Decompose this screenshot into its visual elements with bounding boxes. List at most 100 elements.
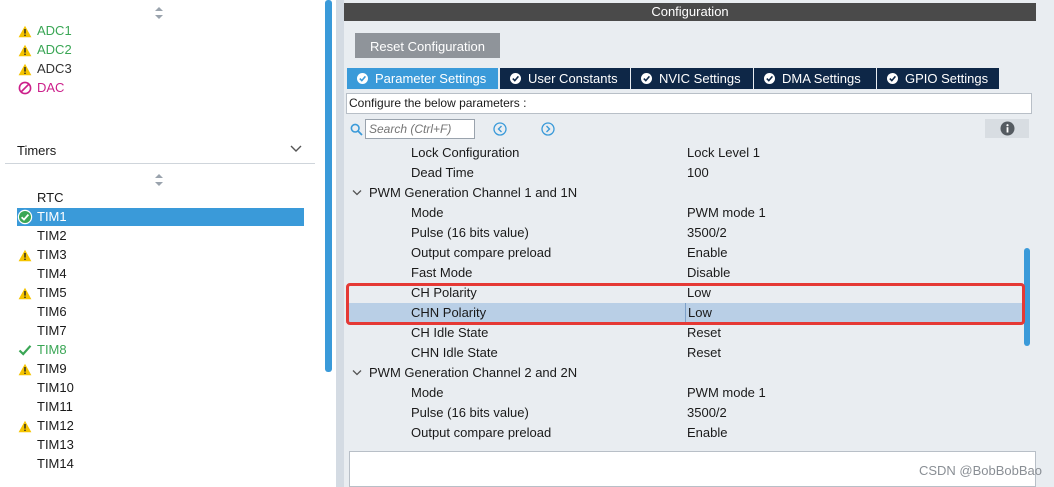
timer-item-tim12[interactable]: TIM12	[17, 417, 74, 435]
check-icon	[18, 345, 32, 356]
parameter-value[interactable]: PWM mode 1	[687, 383, 766, 403]
tab-gpio-settings[interactable]: GPIO Settings	[877, 68, 999, 89]
tab-dma-settings[interactable]: DMA Settings	[754, 68, 876, 89]
parameter-value[interactable]: 100	[687, 163, 709, 183]
timer-item-tim10[interactable]: TIM10	[17, 379, 74, 397]
parameter-name: CHN Polarity	[411, 305, 487, 320]
parameter-row[interactable]: Mode PWM mode 1	[346, 383, 1023, 403]
info-button[interactable]	[985, 119, 1029, 138]
peripheral-label: ADC2	[37, 42, 72, 57]
timer-label: TIM12	[37, 418, 74, 433]
timer-label: TIM5	[37, 285, 67, 300]
status-icon	[17, 23, 33, 39]
peripheral-item-adc2[interactable]: ADC2	[17, 41, 72, 59]
parameter-group-row[interactable]: PWM Generation Channel 2 and 2N	[346, 363, 1023, 383]
timer-item-tim5[interactable]: TIM5	[17, 284, 67, 302]
parameter-value[interactable]: 3500/2	[687, 223, 727, 243]
peripheral-item-adc1[interactable]: ADC1	[17, 22, 72, 40]
parameter-row[interactable]: CH Polarity Low	[346, 283, 1023, 303]
tab-parameter-settings[interactable]: Parameter Settings	[347, 68, 498, 89]
timer-label: TIM11	[37, 399, 73, 414]
timer-item-tim14[interactable]: TIM14	[17, 455, 74, 473]
parameter-row[interactable]: Pulse (16 bits value) 3500/2	[346, 403, 1023, 423]
warning-icon	[18, 44, 32, 56]
timer-item-tim2[interactable]: TIM2	[17, 227, 67, 245]
parameter-value[interactable]: Enable	[687, 423, 727, 441]
timer-item-tim13[interactable]: TIM13	[17, 436, 74, 454]
warning-icon	[18, 63, 32, 75]
search-input[interactable]	[365, 119, 475, 139]
parameter-value[interactable]: 3500/2	[687, 403, 727, 423]
parameter-value[interactable]: Enable	[687, 243, 727, 263]
chevron-down-icon[interactable]	[290, 144, 302, 154]
parameter-value[interactable]: Reset	[687, 323, 721, 343]
parameter-row[interactable]: Lock Configuration Lock Level 1	[346, 143, 1023, 163]
timer-item-tim3[interactable]: TIM3	[17, 246, 67, 264]
chevron-down-icon[interactable]	[352, 369, 362, 377]
parameter-name: CH Idle State	[411, 325, 489, 340]
timer-item-tim9[interactable]: TIM9	[17, 360, 67, 378]
parameter-scrollbar-thumb[interactable]	[1024, 248, 1030, 346]
parameter-value[interactable]: PWM mode 1	[687, 203, 766, 223]
parameter-row[interactable]: Output compare preload Enable	[346, 243, 1023, 263]
status-icon	[17, 342, 33, 358]
peripheral-item-dac[interactable]: DAC	[17, 79, 64, 97]
warning-icon	[18, 25, 32, 37]
parameter-row[interactable]: CHN Idle State Reset	[346, 343, 1023, 363]
parameter-value[interactable]: Lock Level 1	[687, 143, 760, 163]
parameter-value[interactable]: Low	[687, 283, 711, 303]
timer-item-tim1[interactable]: TIM1	[17, 208, 304, 226]
parameter-group-row[interactable]: PWM Generation Channel 1 and 1N	[346, 183, 1023, 203]
timer-item-rtc[interactable]: RTC	[17, 189, 63, 207]
left-scrollbar-thumb[interactable]	[325, 0, 332, 372]
next-result-icon[interactable]	[541, 122, 555, 136]
peripheral-item-adc3[interactable]: ADC3	[17, 60, 72, 78]
check-icon	[764, 73, 775, 84]
parameter-row[interactable]: CH Idle State Reset	[346, 323, 1023, 343]
parameter-value[interactable]: Disable	[687, 263, 730, 283]
timer-item-tim7[interactable]: TIM7	[17, 322, 67, 340]
panel-splitter[interactable]	[336, 0, 344, 487]
warning-icon	[18, 363, 32, 375]
tab-nvic-settings[interactable]: NVIC Settings	[631, 68, 753, 89]
timer-label: TIM3	[37, 247, 67, 262]
timer-item-tim8[interactable]: TIM8	[17, 341, 67, 359]
check-icon	[887, 73, 898, 84]
timers-section-title: Timers	[17, 143, 57, 158]
timer-label: TIM6	[37, 304, 67, 319]
parameter-row[interactable]: Pulse (16 bits value) 3500/2	[346, 223, 1023, 243]
parameter-row[interactable]: Fast Mode Disable	[346, 263, 1023, 283]
parameter-row[interactable]: Mode PWM mode 1	[346, 203, 1023, 223]
watermark: CSDN @BobBobBao	[918, 463, 1042, 478]
tab-label: User Constants	[528, 71, 618, 86]
search-icon	[350, 123, 363, 136]
timer-item-tim4[interactable]: TIM4	[17, 265, 67, 283]
chevron-down-icon[interactable]	[352, 189, 362, 197]
parameter-row[interactable]: Dead Time 100	[346, 163, 1023, 183]
parameter-name: CHN Idle State	[411, 345, 498, 360]
parameter-row[interactable]: CHN Polarity Low	[346, 303, 1023, 323]
section-divider	[5, 163, 315, 164]
parameter-name: Dead Time	[411, 165, 474, 180]
peripheral-label: ADC3	[37, 61, 72, 76]
status-icon	[17, 80, 33, 96]
parameter-value[interactable]: Low	[685, 303, 1015, 323]
timer-item-tim6[interactable]: TIM6	[17, 303, 67, 321]
parameter-name: Mode	[411, 205, 444, 220]
parameter-value[interactable]: Reset	[687, 343, 721, 363]
sort-arrows-icon[interactable]	[154, 6, 164, 20]
previous-result-icon[interactable]	[493, 122, 507, 136]
parameter-name: Pulse (16 bits value)	[411, 225, 529, 240]
tab-label: NVIC Settings	[659, 71, 741, 86]
status-icon	[17, 247, 33, 263]
status-icon	[17, 361, 33, 377]
tab-user-constants[interactable]: User Constants	[500, 68, 630, 89]
status-icon	[17, 285, 33, 301]
timer-label: TIM8	[37, 342, 67, 357]
timer-item-tim11[interactable]: TIM11	[17, 398, 73, 416]
sort-arrows-icon[interactable]	[154, 173, 164, 187]
left-panel: ADC1 ADC2 ADC3 DAC Timers RTC TIM1 TIM2 TIM3 TI…	[0, 0, 322, 487]
parameter-row[interactable]: Output compare preload Enable	[346, 423, 1023, 441]
reset-configuration-button[interactable]: Reset Configuration	[355, 33, 500, 58]
tab-label: DMA Settings	[782, 71, 861, 86]
